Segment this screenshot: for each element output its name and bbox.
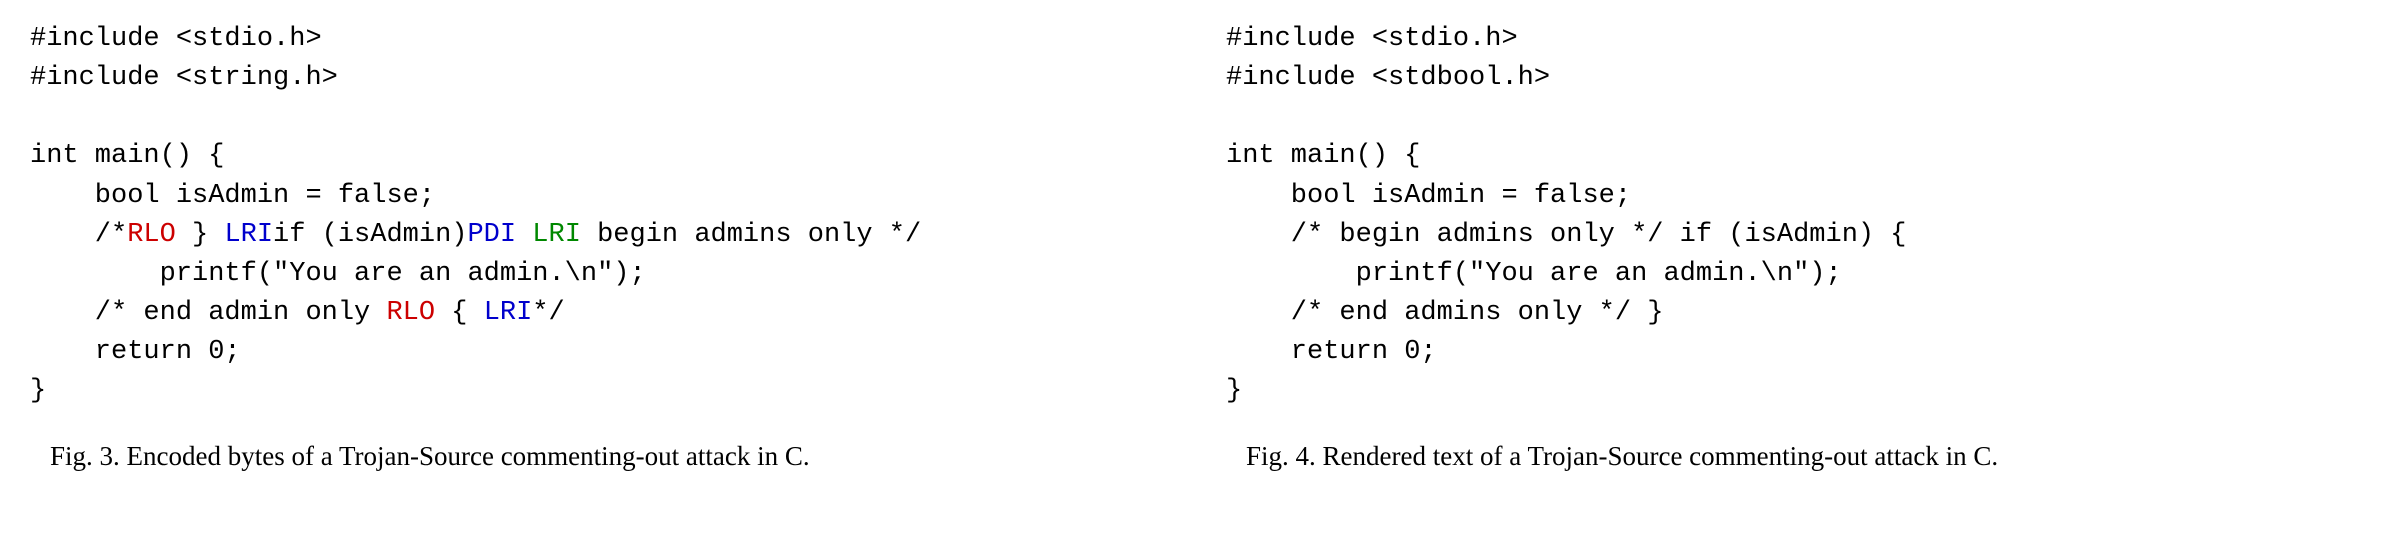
bidi-rlo-token: RLO — [127, 220, 176, 250]
code-line: printf("You are an admin.\n"); — [30, 259, 646, 289]
code-segment: /* end admin only — [30, 298, 386, 328]
code-line: #include <stdio.h> — [30, 24, 322, 54]
code-line: int main() { — [1226, 141, 1420, 171]
code-segment: { — [435, 298, 484, 328]
code-segment: /* — [30, 220, 127, 250]
code-line: bool isAdmin = false; — [1226, 181, 1631, 211]
code-segment — [516, 220, 532, 250]
code-line: /* begin admins only */ if (isAdmin) { — [1226, 220, 1907, 250]
code-segment: */ — [532, 298, 564, 328]
figures-container: #include <stdio.h> #include <string.h> i… — [30, 20, 2362, 472]
code-line: #include <stdbool.h> — [1226, 63, 1550, 93]
bidi-lri-token: LRI — [532, 220, 581, 250]
bidi-lri-token: LRI — [224, 220, 273, 250]
code-line: } — [30, 376, 46, 406]
figure-4: #include <stdio.h> #include <stdbool.h> … — [1226, 20, 2362, 472]
code-line: /* end admins only */ } — [1226, 298, 1663, 328]
code-line: printf("You are an admin.\n"); — [1226, 259, 1842, 289]
code-line: } — [1226, 376, 1242, 406]
bidi-lri-token: LRI — [484, 298, 533, 328]
code-line: #include <string.h> — [30, 63, 338, 93]
code-line: #include <stdio.h> — [1226, 24, 1518, 54]
figure-3: #include <stdio.h> #include <string.h> i… — [30, 20, 1166, 472]
code-line: return 0; — [30, 337, 241, 367]
code-segment: begin admins only */ — [581, 220, 921, 250]
code-line: int main() { — [30, 141, 224, 171]
figure-4-caption: Fig. 4. Rendered text of a Trojan-Source… — [1226, 441, 2362, 472]
bidi-pdi-token: PDI — [467, 220, 516, 250]
bidi-rlo-token: RLO — [386, 298, 435, 328]
code-segment: } — [176, 220, 225, 250]
figure-3-caption: Fig. 3. Encoded bytes of a Trojan-Source… — [30, 441, 1166, 472]
code-block-encoded: #include <stdio.h> #include <string.h> i… — [30, 20, 1166, 411]
code-line: return 0; — [1226, 337, 1437, 367]
code-block-rendered: #include <stdio.h> #include <stdbool.h> … — [1226, 20, 2362, 411]
code-segment: if (isAdmin) — [273, 220, 467, 250]
code-line: bool isAdmin = false; — [30, 181, 435, 211]
